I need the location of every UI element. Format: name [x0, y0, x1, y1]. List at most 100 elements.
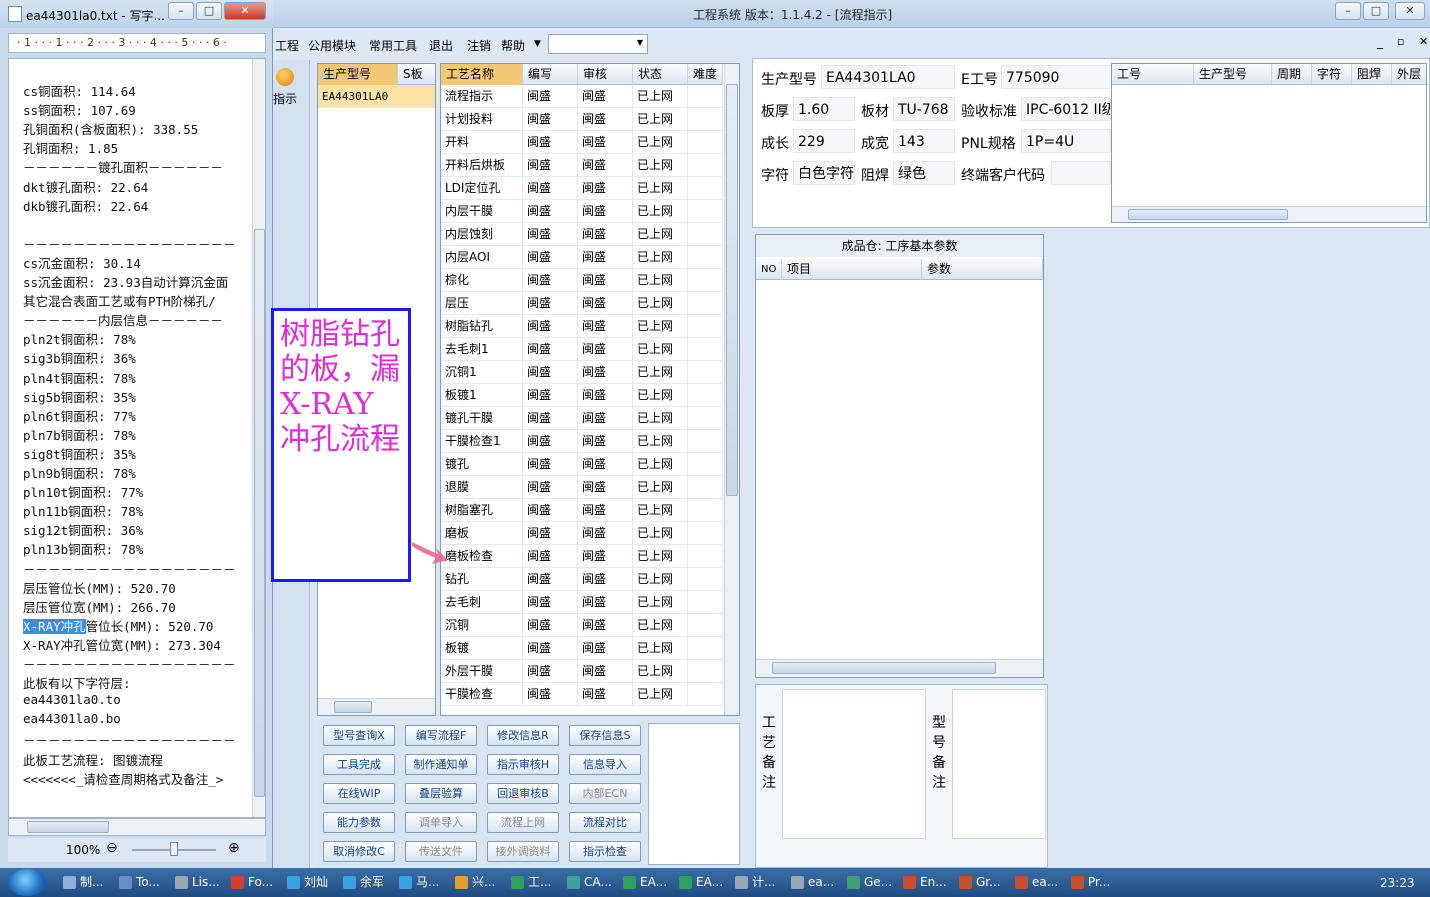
taskbar-item[interactable]: 计...: [732, 871, 786, 894]
col-reviewer[interactable]: 审核: [578, 64, 633, 85]
table-row[interactable]: LDI定位孔 闽盛 闽盛 已上网: [441, 177, 723, 200]
table-row[interactable]: 磨板 闽盛 闽盛 已上网: [441, 522, 723, 545]
zoom-out-icon[interactable]: ⊖: [106, 840, 118, 856]
menu-common-tools[interactable]: 常用工具: [369, 37, 417, 54]
char-field[interactable]: 白色字符: [793, 161, 855, 185]
table-row[interactable]: 树脂钻孔 闽盛 闽盛 已上网: [441, 315, 723, 338]
table-row[interactable]: 去毛刺1 闽盛 闽盛 已上网: [441, 338, 723, 361]
col-status[interactable]: 状态: [633, 64, 688, 85]
scroll-thumb[interactable]: [254, 229, 265, 797]
scroll-thumb[interactable]: [334, 701, 372, 713]
col-param[interactable]: 参数: [922, 259, 1043, 280]
col-outer[interactable]: 外层: [1392, 64, 1426, 85]
zoom-in-icon[interactable]: ⊕: [228, 840, 240, 856]
table-row[interactable]: 去毛刺 闽盛 闽盛 已上网: [441, 591, 723, 614]
table-row[interactable]: 开料后烘板 闽盛 闽盛 已上网: [441, 154, 723, 177]
standard-field[interactable]: IPC-6012 II级: [1021, 97, 1111, 121]
table-row[interactable]: 镀孔干膜 闽盛 闽盛 已上网: [441, 407, 723, 430]
taskbar-item[interactable]: 兴...: [452, 871, 506, 894]
taskbar-item[interactable]: Lis...: [172, 871, 226, 894]
params-hscroll[interactable]: [756, 659, 1043, 677]
taskbar-item[interactable]: ea...: [788, 871, 842, 894]
length-field[interactable]: 229: [793, 129, 855, 153]
taskbar-item[interactable]: Pr...: [1068, 871, 1122, 894]
process-grid-vscroll[interactable]: [724, 64, 739, 715]
col-eno[interactable]: 工号: [1112, 64, 1194, 85]
col-char[interactable]: 字符: [1312, 64, 1352, 85]
col-mask[interactable]: 阻焊: [1352, 64, 1392, 85]
side-nav-label[interactable]: 指示: [273, 90, 297, 107]
customer-field[interactable]: [1051, 161, 1111, 185]
table-row[interactable]: 干膜检查 闽盛 闽盛 已上网: [441, 683, 723, 706]
document-hscroll-bar[interactable]: [8, 818, 266, 836]
action-button[interactable]: 取消修改C: [323, 841, 395, 862]
table-row[interactable]: 钻孔 闽盛 闽盛 已上网: [441, 568, 723, 591]
taskbar-item[interactable]: EA...: [620, 871, 674, 894]
mdi-minimize-icon[interactable]: _: [1377, 35, 1383, 49]
action-button[interactable]: 流程上网: [487, 812, 559, 833]
taskbar-item[interactable]: ea...: [1012, 871, 1066, 894]
menu-logout[interactable]: 注销: [467, 37, 491, 54]
taskbar-item[interactable]: En...: [900, 871, 954, 894]
process-remark-textarea[interactable]: [782, 689, 926, 839]
scroll-thumb[interactable]: [772, 662, 996, 674]
thickness-field[interactable]: 1.60: [793, 97, 855, 121]
table-row[interactable]: 磨板检查 闽盛 闽盛 已上网: [441, 545, 723, 568]
close-icon[interactable]: ✕: [224, 2, 266, 20]
action-button[interactable]: 修改信息R: [487, 725, 559, 746]
menu-exit[interactable]: 退出: [429, 37, 453, 54]
scroll-thumb[interactable]: [27, 821, 109, 833]
table-row[interactable]: EA44301LA0: [318, 85, 435, 108]
action-button[interactable]: 型号查询X: [323, 725, 395, 746]
minimize-icon[interactable]: –: [1335, 2, 1361, 20]
model-remark-textarea[interactable]: [952, 689, 1046, 839]
action-button[interactable]: 调单导入: [405, 812, 477, 833]
action-button[interactable]: 指示检查: [569, 841, 641, 862]
maximize-icon[interactable]: □: [196, 2, 222, 20]
col-item[interactable]: 项目: [782, 259, 922, 280]
table-row[interactable]: 开料 闽盛 闽盛 已上网: [441, 131, 723, 154]
col-s-board[interactable]: S板: [398, 64, 435, 85]
action-button[interactable]: 叠层验算: [405, 783, 477, 804]
zoom-slider-thumb[interactable]: [170, 842, 178, 856]
table-row[interactable]: 内层蚀刻 闽盛 闽盛 已上网: [441, 223, 723, 246]
table-row[interactable]: 外层干膜 闽盛 闽盛 已上网: [441, 660, 723, 683]
menu-engineering[interactable]: 工程: [275, 37, 299, 54]
col-no[interactable]: NO: [756, 259, 782, 280]
col-writer[interactable]: 编写: [523, 64, 578, 85]
action-button[interactable]: 编写流程F: [405, 725, 477, 746]
table-row[interactable]: 流程指示 闽盛 闽盛 已上网: [441, 85, 723, 108]
table-row[interactable]: 干膜检查1 闽盛 闽盛 已上网: [441, 430, 723, 453]
action-button[interactable]: 能力参数: [323, 812, 395, 833]
taskbar-item[interactable]: 工...: [508, 871, 562, 894]
model-field[interactable]: EA44301LA0: [821, 65, 955, 89]
process-indicator-icon[interactable]: [276, 68, 294, 86]
scroll-thumb[interactable]: [726, 84, 738, 496]
taskbar-item[interactable]: Ge...: [844, 871, 898, 894]
mask-field[interactable]: 绿色: [893, 161, 955, 185]
action-button[interactable]: 接外调资料: [487, 841, 559, 862]
table-row[interactable]: 层压 闽盛 闽盛 已上网: [441, 292, 723, 315]
table-row[interactable]: 退膜 闽盛 闽盛 已上网: [441, 476, 723, 499]
table-row[interactable]: 板镀1 闽盛 闽盛 已上网: [441, 384, 723, 407]
table-row[interactable]: 板镀 闽盛 闽盛 已上网: [441, 637, 723, 660]
table-row[interactable]: 树脂塞孔 闽盛 闽盛 已上网: [441, 499, 723, 522]
taskbar-item[interactable]: Gr...: [956, 871, 1010, 894]
taskbar-item[interactable]: 刘灿: [284, 871, 338, 894]
close-icon[interactable]: ✕: [1395, 2, 1425, 20]
action-button[interactable]: 工具完成: [323, 754, 395, 775]
table-row[interactable]: 沉铜1 闽盛 闽盛 已上网: [441, 361, 723, 384]
mdi-restore-icon[interactable]: ▫: [1397, 35, 1404, 48]
col-process-name[interactable]: 工艺名称: [441, 64, 523, 85]
pnl-field[interactable]: 1P=4U: [1021, 129, 1111, 153]
menu-common-modules[interactable]: 公用模块: [308, 37, 356, 54]
action-button[interactable]: 回退审核B: [487, 783, 559, 804]
menu-combo-select[interactable]: ▼: [548, 34, 648, 54]
document-area[interactable]: cs铜面积: 114.64 ss铜面积: 107.69 孔铜面积(含板面积): 33…: [8, 58, 266, 818]
action-button[interactable]: 传送文件: [405, 841, 477, 862]
menu-help[interactable]: 帮助: [501, 37, 525, 54]
material-field[interactable]: TU-768: [893, 97, 955, 121]
taskbar-item[interactable]: Fo...: [228, 871, 282, 894]
table-row[interactable]: 沉铜 闽盛 闽盛 已上网: [441, 614, 723, 637]
table-row[interactable]: 棕化 闽盛 闽盛 已上网: [441, 269, 723, 292]
